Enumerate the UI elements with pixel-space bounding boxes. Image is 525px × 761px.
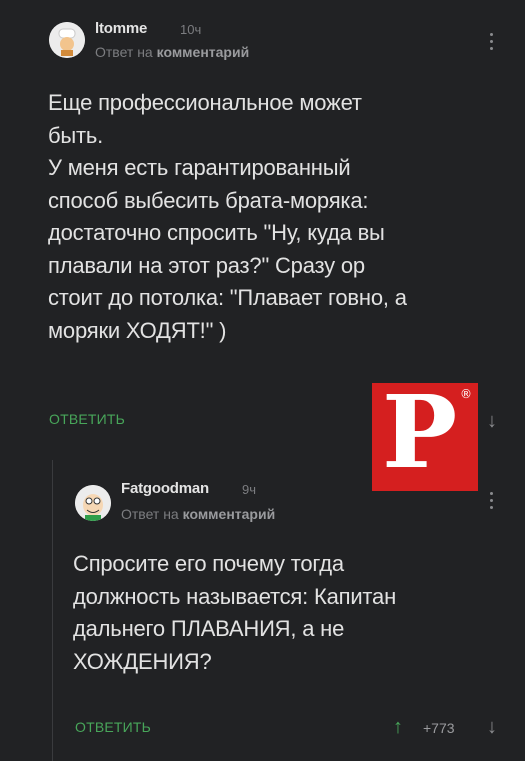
reply-button[interactable]: ОТВЕТИТЬ bbox=[75, 719, 151, 735]
reply-button[interactable]: ОТВЕТИТЬ bbox=[49, 411, 125, 427]
author-name[interactable]: ltomme bbox=[95, 20, 147, 37]
comment-body: Еще профессиональное может быть. У меня … bbox=[48, 90, 407, 343]
reply-target-link[interactable]: комментарий bbox=[157, 44, 250, 60]
upvote-arrow-icon[interactable]: ↑ bbox=[393, 717, 403, 737]
reply-to-line[interactable]: Ответ на комментарий bbox=[121, 506, 275, 522]
comment-time: 9ч bbox=[242, 482, 257, 497]
reply-to-line[interactable]: Ответ на комментарий bbox=[95, 44, 249, 60]
thread-line[interactable] bbox=[52, 460, 53, 761]
reply-target-link[interactable]: комментарий bbox=[183, 506, 276, 522]
author-name[interactable]: Fatgoodman bbox=[121, 480, 209, 497]
registered-mark: ® bbox=[460, 387, 472, 401]
more-menu-icon[interactable] bbox=[489, 33, 495, 55]
downvote-arrow-icon[interactable]: ↓ bbox=[487, 717, 497, 737]
comment-body: Спросите его почему тогда должность назы… bbox=[73, 551, 397, 674]
avatar[interactable] bbox=[49, 22, 85, 58]
comment-time: 10ч bbox=[180, 22, 202, 37]
reply-prefix: Ответ на bbox=[95, 44, 153, 60]
downvote-arrow-icon[interactable]: ↓ bbox=[487, 411, 497, 431]
more-menu-icon[interactable] bbox=[489, 492, 495, 514]
logo-letter: P bbox=[382, 373, 458, 491]
avatar[interactable] bbox=[75, 485, 111, 521]
cartoon-avatar-icon bbox=[75, 485, 111, 521]
chef-avatar-icon bbox=[49, 22, 85, 58]
watermark-logo: P ® bbox=[372, 377, 478, 491]
reply-prefix: Ответ на bbox=[121, 506, 179, 522]
rating-value: +773 bbox=[423, 720, 455, 736]
